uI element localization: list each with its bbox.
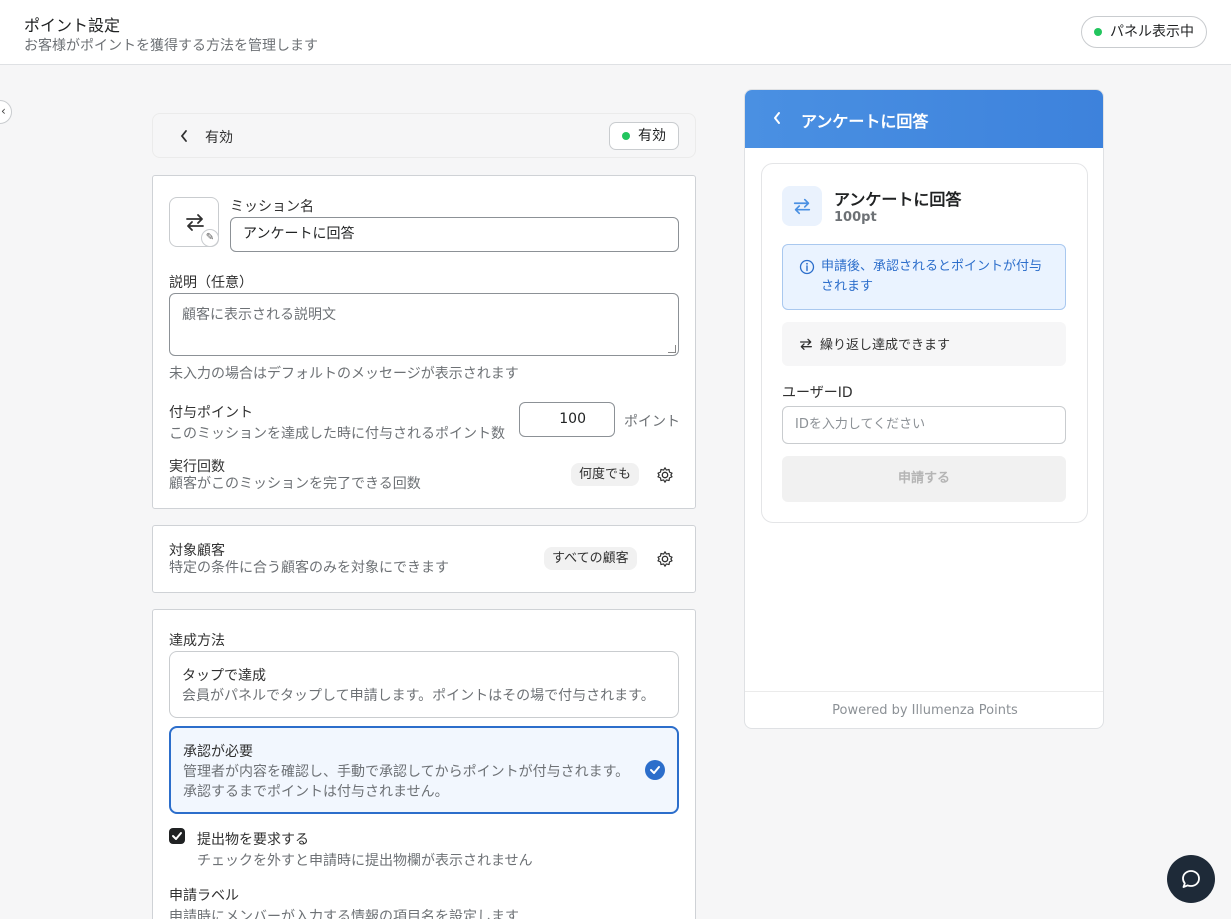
mission-name-label: ミッション名 bbox=[230, 199, 314, 215]
runs-hint: 顧客がこのミッションを完了できる回数 bbox=[169, 476, 421, 492]
mission-name-input[interactable]: アンケートに回答 bbox=[230, 217, 679, 252]
check-circle-icon bbox=[645, 760, 665, 780]
user-id-input[interactable]: IDを入力してください bbox=[782, 406, 1066, 444]
preview-info-box: 申請後、承認されるとポイントが付与されます bbox=[782, 244, 1066, 310]
option-desc: 管理者が内容を確認し、手動で承認してからポイントが付与されます。 bbox=[183, 764, 630, 780]
page-subtitle: お客様がポイントを獲得する方法を管理します bbox=[24, 38, 318, 54]
points-unit: ポイント bbox=[624, 414, 680, 430]
sidebar-toggle-button[interactable]: ‹ bbox=[0, 100, 12, 124]
chat-bubble-icon bbox=[1182, 870, 1200, 888]
pencil-icon[interactable]: ✎ bbox=[201, 229, 219, 247]
status-label: 有効 bbox=[205, 130, 233, 146]
apply-hint: 申請時にメンバーが入力する情報の項目名を設定します bbox=[169, 909, 519, 919]
option-title: 承認が必要 bbox=[183, 744, 253, 760]
submit-button[interactable]: 申請する bbox=[782, 456, 1066, 502]
top-bar: ポイント設定 お客様がポイントを獲得する方法を管理します パネル表示中 bbox=[0, 0, 1231, 65]
status-dot-icon bbox=[622, 132, 630, 140]
points-hint: このミッションを達成した時に付与されるポイント数 bbox=[169, 426, 505, 442]
preview-mission-card: アンケートに回答 100pt 申請後、承認されるとポイントが付与されます 繰り返… bbox=[761, 163, 1088, 523]
description-hint: 未入力の場合はデフォルトのメッセージが表示されます bbox=[169, 366, 519, 382]
panel-status-label: パネル表示中 bbox=[1110, 24, 1194, 40]
option-title: タップで達成 bbox=[182, 668, 266, 684]
target-customers-card: 対象顧客 特定の条件に合う顧客のみを対象にできます すべての顧客 bbox=[152, 525, 696, 593]
points-label: 付与ポイント bbox=[169, 405, 253, 421]
chat-button[interactable] bbox=[1167, 855, 1215, 903]
runs-value-badge: 何度でも bbox=[571, 463, 640, 486]
page-title: ポイント設定 bbox=[24, 16, 121, 35]
option-tap[interactable]: タップで達成 会員がパネルでタップして申請します。ポイントはその場で付与されます… bbox=[169, 651, 679, 718]
status-dot-icon bbox=[1094, 28, 1102, 36]
preview-mission-icon bbox=[782, 186, 822, 226]
preview-mission-points: 100pt bbox=[834, 210, 877, 225]
repeat-icon bbox=[800, 338, 812, 350]
option-approval[interactable]: 承認が必要 管理者が内容を確認し、手動で承認してからポイントが付与されます。 承… bbox=[169, 726, 679, 814]
description-placeholder: 顧客に表示される説明文 bbox=[182, 307, 336, 323]
description-textarea[interactable]: 顧客に表示される説明文 bbox=[169, 293, 679, 356]
chevron-left-icon: ‹ bbox=[1, 104, 6, 118]
repeat-icon bbox=[793, 198, 811, 215]
target-value-badge: すべての顧客 bbox=[544, 547, 637, 570]
require-submission-checkbox[interactable] bbox=[169, 828, 185, 844]
panel-status-button[interactable]: パネル表示中 bbox=[1081, 16, 1207, 48]
require-submission-hint: チェックを外すと申請時に提出物欄が表示されません bbox=[197, 853, 533, 869]
preview-footer: Powered by Illumenza Points bbox=[745, 691, 1103, 728]
target-hint: 特定の条件に合う顧客のみを対象にできます bbox=[169, 560, 449, 576]
panel-preview: アンケートに回答 アンケートに回答 100pt 申請後、承認されるとポイントが付… bbox=[744, 89, 1104, 729]
gear-icon[interactable] bbox=[656, 550, 674, 568]
user-id-label: ユーザーID bbox=[782, 385, 853, 401]
require-submission-label: 提出物を要求する bbox=[197, 832, 309, 848]
description-label: 説明（任意） bbox=[169, 275, 253, 291]
resize-handle-icon[interactable] bbox=[668, 345, 676, 353]
preview-mission-name: アンケートに回答 bbox=[834, 190, 962, 209]
achievement-label: 達成方法 bbox=[169, 633, 225, 649]
back-chevron-icon[interactable] bbox=[179, 129, 189, 143]
points-input[interactable]: 100 bbox=[519, 402, 615, 437]
apply-label: 申請ラベル bbox=[169, 888, 239, 904]
status-badge-label: 有効 bbox=[638, 128, 666, 144]
checkmark-icon bbox=[172, 832, 182, 840]
option-desc-2: 承認するまでポイントは付与されません。 bbox=[183, 784, 449, 800]
status-badge[interactable]: 有効 bbox=[609, 122, 679, 150]
preview-header: アンケートに回答 bbox=[745, 90, 1103, 148]
mission-icon-button[interactable]: ✎ bbox=[169, 197, 219, 247]
option-desc: 会員がパネルでタップして申請します。ポイントはその場で付与されます。 bbox=[182, 688, 655, 704]
preview-repeat-note: 繰り返し達成できます bbox=[782, 322, 1066, 366]
gear-icon[interactable] bbox=[656, 466, 674, 484]
preview-header-title: アンケートに回答 bbox=[801, 112, 929, 131]
mission-status-bar: 有効 有効 bbox=[152, 113, 696, 158]
preview-repeat-text: 繰り返し達成できます bbox=[820, 338, 951, 353]
preview-info-text: 申請後、承認されるとポイントが付与されます bbox=[821, 259, 1043, 294]
info-icon bbox=[799, 259, 815, 275]
achievement-method-card: 達成方法 タップで達成 会員がパネルでタップして申請します。ポイントはその場で付… bbox=[152, 609, 696, 919]
back-chevron-icon[interactable] bbox=[771, 107, 783, 129]
mission-details-card: ✎ ミッション名 アンケートに回答 説明（任意） 顧客に表示される説明文 未入力… bbox=[152, 175, 696, 509]
